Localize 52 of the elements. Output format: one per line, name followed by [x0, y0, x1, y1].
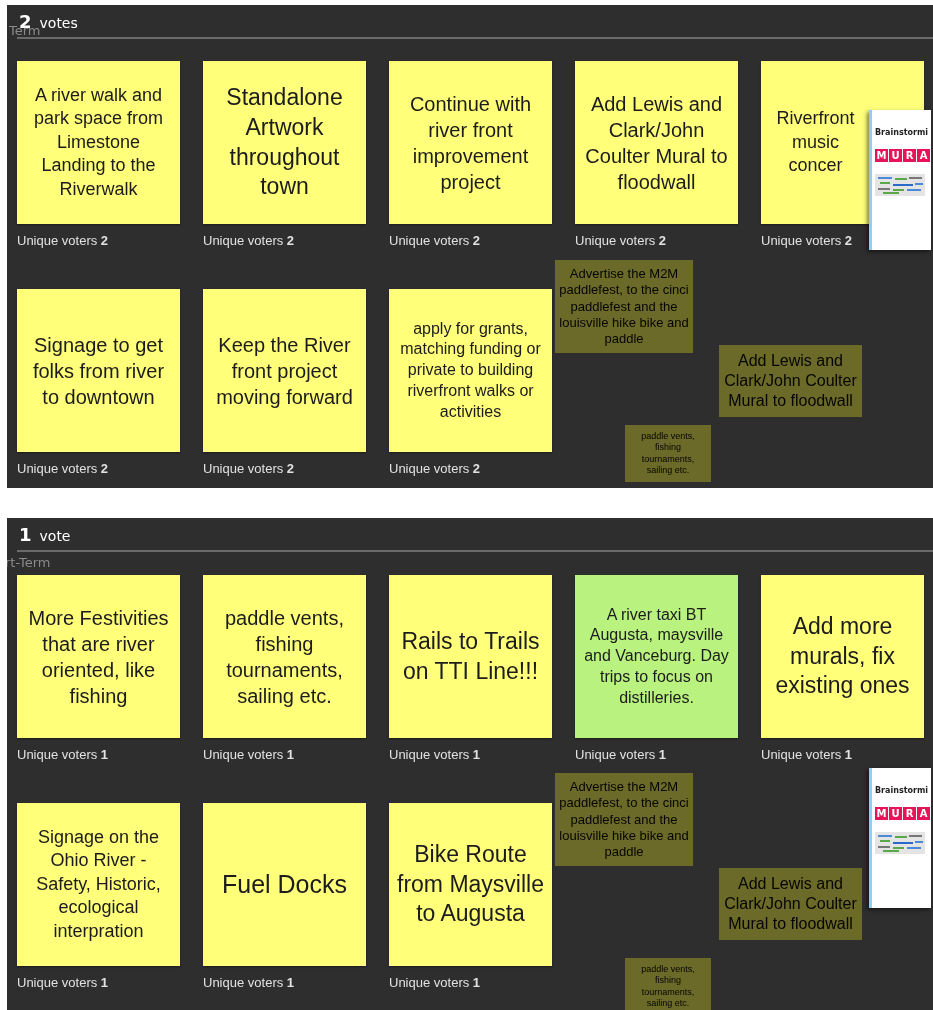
letter-tile: R: [903, 807, 916, 820]
sticky-note[interactable]: More Festivities that are river oriented, like fishing: [17, 575, 180, 738]
sticky-note[interactable]: Add Lewis and Clark/John Coulter Mural to floodwall: [575, 61, 738, 224]
letter-tile: U: [889, 807, 902, 820]
letter-tile: R: [903, 149, 916, 162]
unique-voters-label: Unique voters 1: [389, 975, 481, 990]
sticky-note[interactable]: A river taxi BT Augusta, maysville and Vanceburg. Day trips to focus on distilleries.: [575, 575, 738, 738]
unique-voters-label: Unique voters 2: [203, 461, 295, 476]
sticky-note[interactable]: A river walk and park space from Limestone Landing to the Riverwalk: [17, 61, 180, 224]
board-label: rt-Term: [7, 555, 51, 570]
unique-voters-label: Unique voters 2: [389, 461, 481, 476]
letter-tile: A: [917, 807, 930, 820]
sticky-note[interactable]: Fuel Docks: [203, 803, 366, 966]
vote-count: 1: [19, 524, 32, 545]
unique-voters-label: Unique voters 2: [761, 233, 853, 248]
sticky-note[interactable]: apply for grants, matching funding or private to building riverfront walks or activities: [389, 289, 552, 452]
faded-sticky-note: Advertise the M2M paddlefest, to the cinci paddlefest and the louisville hike bike and paddle: [555, 773, 693, 867]
word-cloud-drawing: [875, 832, 925, 854]
sticky-note[interactable]: Add more murals, fix existing ones: [761, 575, 924, 738]
unique-voters-label: Unique voters 1: [17, 747, 109, 762]
sticky-note[interactable]: Signage on the Ohio River - Safety, Historic, ecological interpration: [17, 803, 180, 966]
unique-voters-label: Unique voters 2: [389, 233, 481, 248]
unique-voters-label: Unique voters 1: [17, 975, 109, 990]
faded-sticky-note: paddle vents, fishing tournaments, sailing etc.: [625, 425, 711, 482]
sticky-note[interactable]: Rails to Trails on TTI Line!!!: [389, 575, 552, 738]
sticky-note[interactable]: Keep the River front project moving forward: [203, 289, 366, 452]
unique-voters-label: Unique voters 2: [17, 233, 109, 248]
unique-voters-label: Unique voters 1: [761, 747, 853, 762]
letter-tile: A: [917, 149, 930, 162]
sticky-note[interactable]: paddle vents, fishing tournaments, sailing etc.: [203, 575, 366, 738]
letter-tile: M: [875, 807, 888, 820]
unique-voters-label: Unique voters 2: [575, 233, 667, 248]
faded-sticky-note: paddle vents, fishing tournaments, sailing etc.: [625, 958, 711, 1010]
sticky-note[interactable]: Bike Route from Maysville to Augusta: [389, 803, 552, 966]
unique-voters-label: Unique voters 1: [575, 747, 667, 762]
sticky-note[interactable]: Continue with river front improvement project: [389, 61, 552, 224]
unique-voters-label: Unique voters 2: [203, 233, 295, 248]
word-cloud-drawing: [875, 174, 925, 196]
unique-voters-label: Unique voters 1: [203, 975, 295, 990]
vote-label: vote: [39, 528, 71, 544]
unique-voters-label: Unique voters 2: [17, 461, 109, 476]
letter-tile: U: [889, 149, 902, 162]
faded-sticky-note: Add Lewis and Clark/John Coulter Mural to floodwall: [719, 345, 862, 417]
unique-voters-label: Unique voters 1: [389, 747, 481, 762]
faded-sticky-note: Advertise the M2M paddlefest, to the cinci paddlefest and the louisville hike bike and paddle: [555, 260, 693, 354]
sticky-note[interactable]: Standalone Artwork throughout town: [203, 61, 366, 224]
faded-sticky-note: Add Lewis and Clark/John Coulter Mural to floodwall: [719, 868, 862, 940]
vote-label: votes: [39, 15, 78, 31]
thumbnail-heading: Brainstormi: [875, 786, 929, 795]
letter-tile: M: [875, 149, 888, 162]
unique-voters-label: Unique voters 1: [203, 747, 295, 762]
sticky-note[interactable]: Signage to get folks from river to downtown: [17, 289, 180, 452]
